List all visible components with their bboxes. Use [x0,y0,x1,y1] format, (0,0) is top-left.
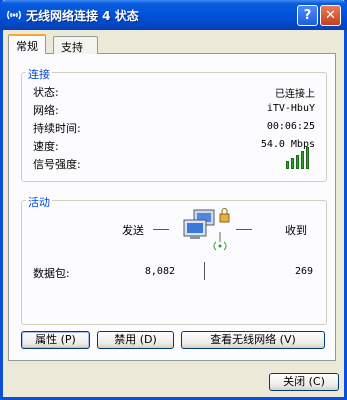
sent-line [153,229,169,230]
packets-divider [204,262,205,280]
title-bar[interactable]: 无线网络连接 4 状态 [0,0,347,30]
signal-bar [291,158,294,169]
duration-label: 持续时间: [33,122,81,135]
activity-group [21,200,327,325]
help-button[interactable]: ? [297,5,318,26]
network-label: 网络: [33,104,59,117]
signal-bar [306,147,309,169]
packets-label: 数据包: [33,267,70,280]
duration-value: 00:06:25 [266,121,315,132]
network-value: iTV-HbuY [266,103,315,114]
signal-bar [286,161,289,169]
signal-strength-icon [286,147,312,169]
status-label: 状态: [33,86,59,99]
tab-support[interactable]: 支持 [53,36,98,54]
tab-general[interactable]: 常规 [8,34,46,54]
close-button[interactable]: 关闭 (C) [269,373,339,391]
sent-label: 发送 [122,224,144,237]
signal-bar [301,151,304,169]
signal-strength-label: 信号强度: [33,158,81,171]
packets-sent-value: 8,082 [144,266,175,277]
close-window-button[interactable]: ✕ [320,5,341,26]
view-wireless-networks-button[interactable]: 查看无线网络 (V) [181,331,325,349]
activity-group-title: 活动 [26,194,52,210]
signal-bar [296,155,299,169]
connection-group-title: 连接 [26,66,52,82]
wireless-network-icon [7,10,21,20]
window-title: 无线网络连接 4 状态 [26,9,139,23]
properties-button[interactable]: 属性 (P) [21,331,90,349]
network-activity-icon [183,208,230,251]
status-value: 已连接上 [275,89,315,100]
received-line [236,229,252,230]
disable-button[interactable]: 禁用 (D) [97,331,174,349]
received-label: 收到 [285,224,307,237]
speed-label: 速度: [33,140,59,153]
packets-received-value: 269 [294,266,313,277]
